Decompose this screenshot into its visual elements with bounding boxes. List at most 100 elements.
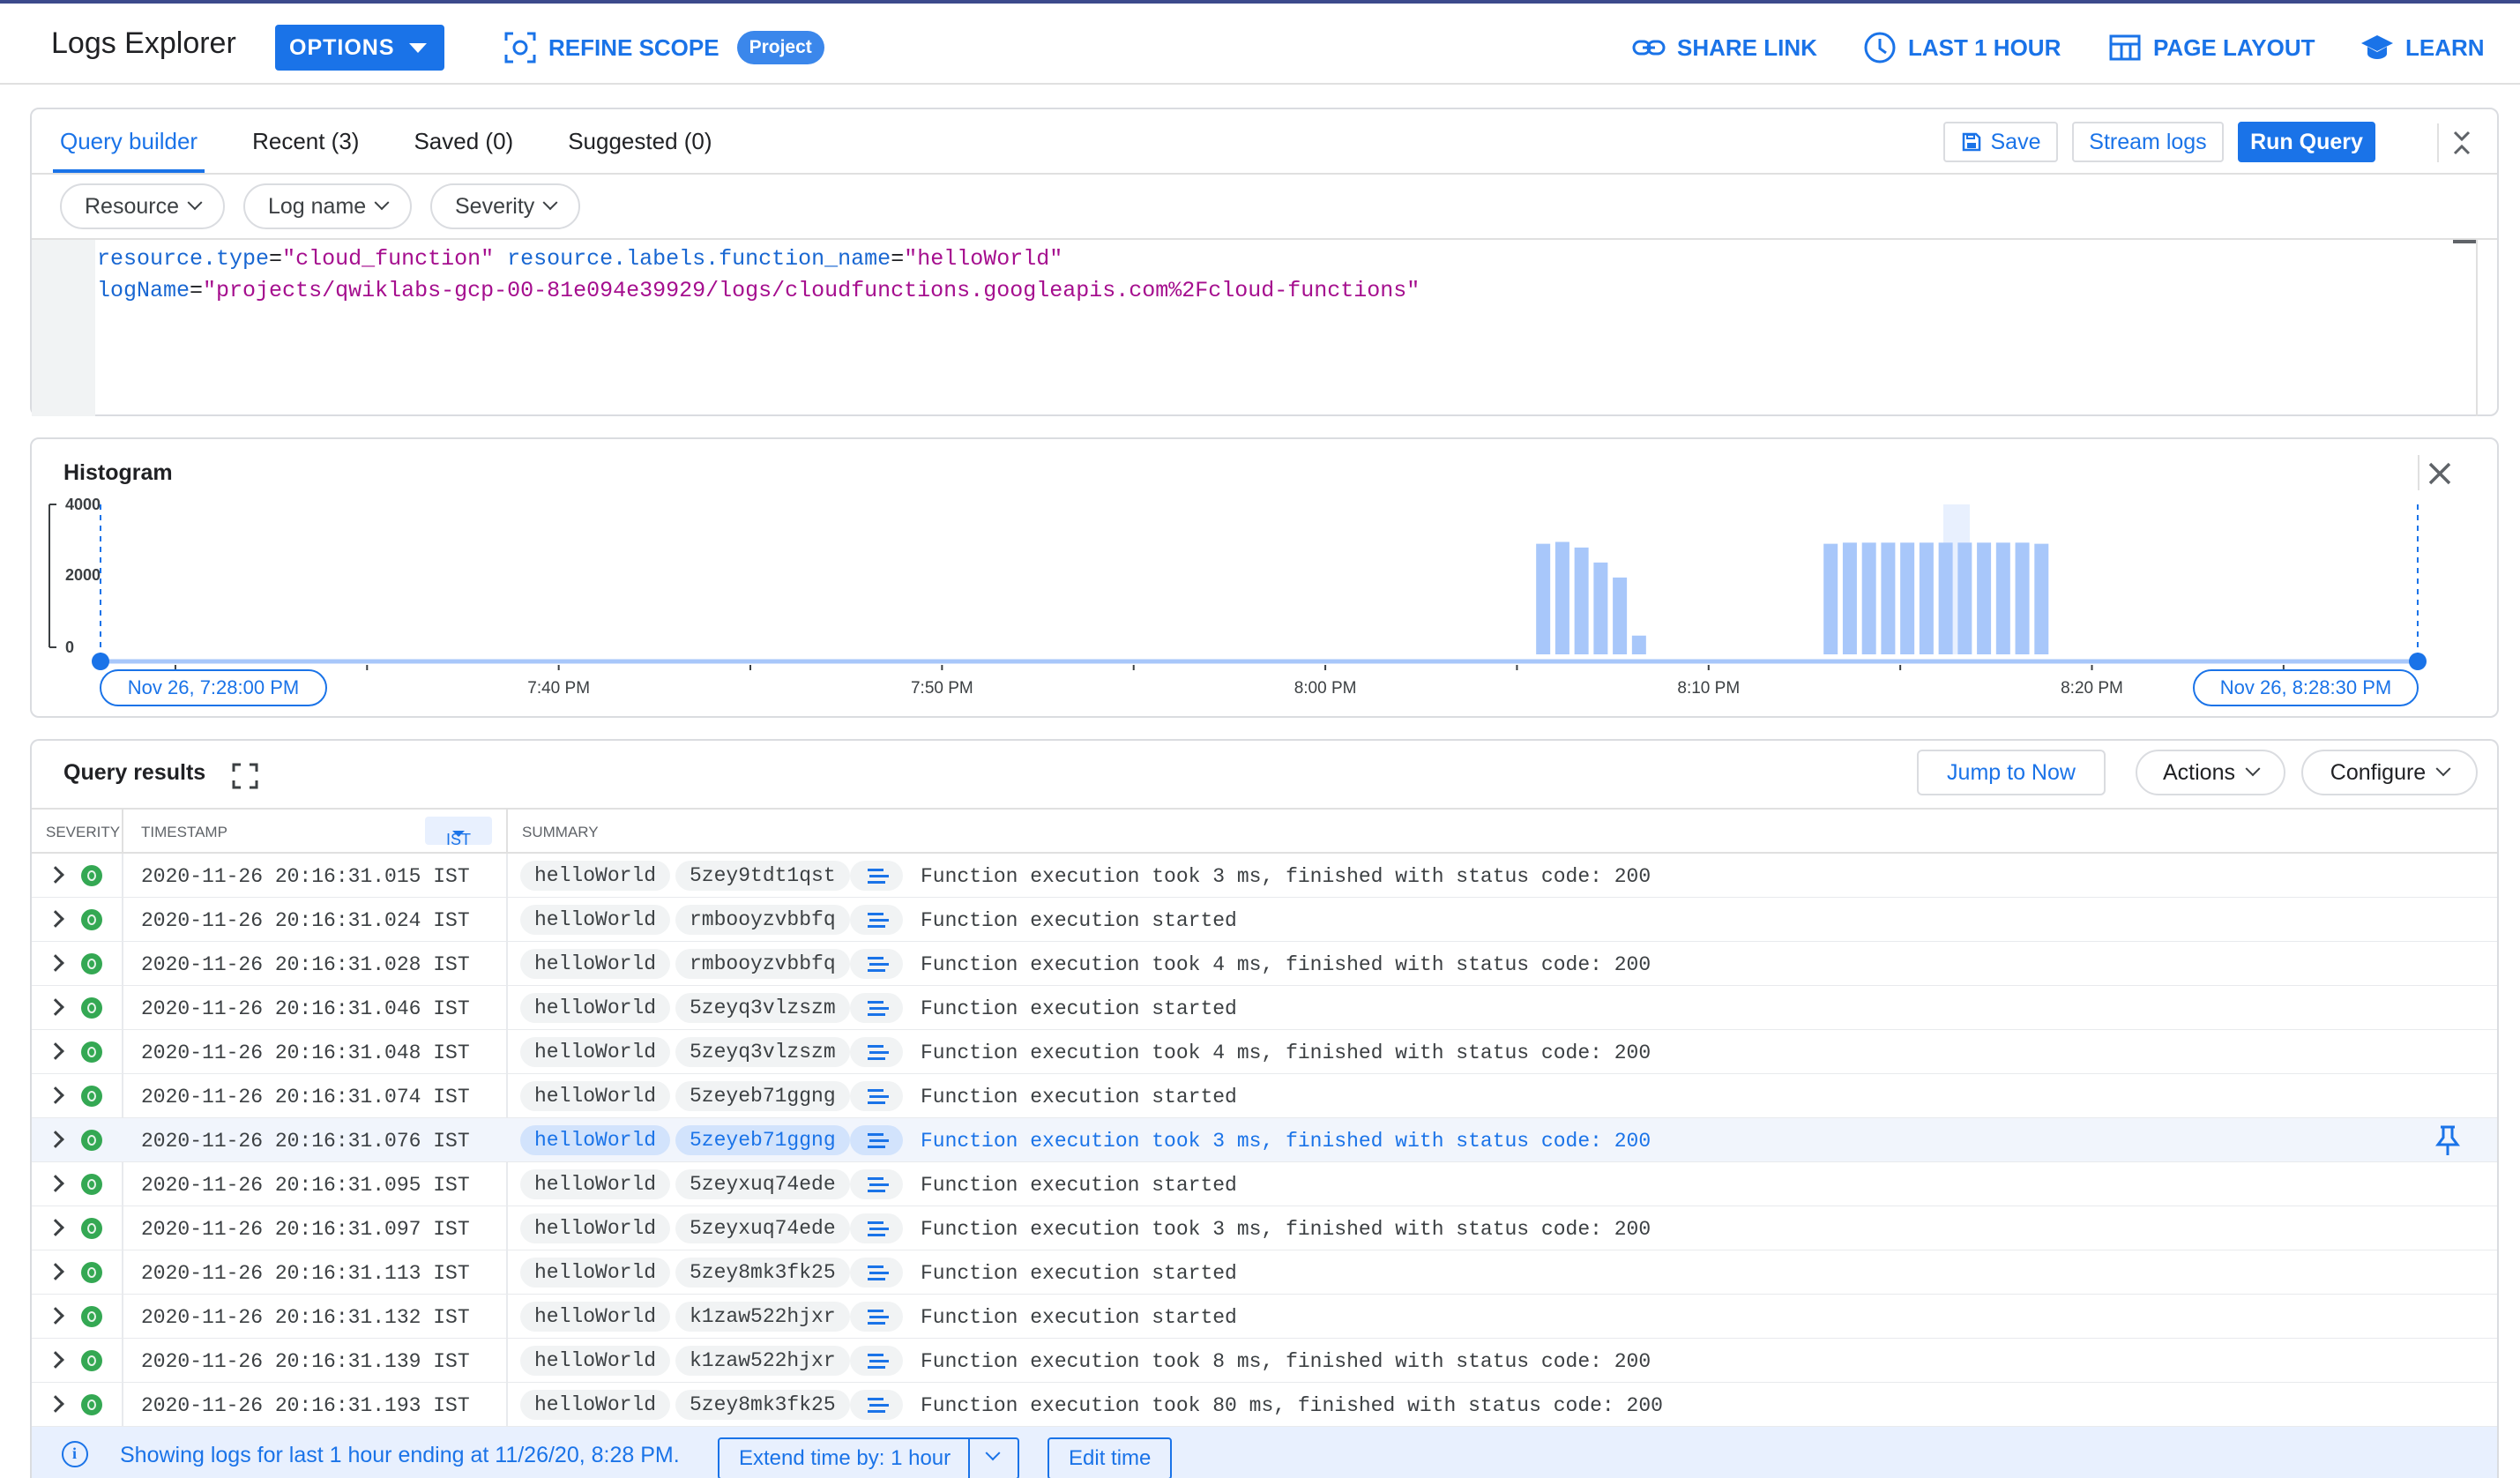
histogram-bar[interactable]: [2015, 542, 2030, 654]
function-name-chip[interactable]: helloWorld: [520, 1169, 671, 1199]
query-line[interactable]: logName="projects/qwiklabs-gcp-00-81e094…: [97, 275, 1420, 307]
execution-id-chip[interactable]: 5zeyxuq74ede: [675, 1213, 850, 1243]
histogram-bar[interactable]: [1919, 542, 1934, 654]
timezone-selector[interactable]: IST: [425, 817, 492, 848]
histogram-bar[interactable]: [1977, 542, 1992, 654]
execution-id-chip[interactable]: 5zeyeb71ggng: [675, 1125, 850, 1155]
save-button[interactable]: Save: [1943, 122, 2058, 162]
histogram-bar[interactable]: [1574, 547, 1589, 654]
execution-id-chip[interactable]: 5zeyeb71ggng: [675, 1081, 850, 1111]
log-row[interactable]: 2020-11-26 20:16:31.074 IST helloWorld 5ze…: [32, 1074, 2497, 1118]
query-editor[interactable]: resource.type="cloud_function" resource.…: [32, 238, 2497, 416]
execution-id-chip[interactable]: 5zey9tdt1qst: [675, 861, 850, 891]
function-name-chip[interactable]: helloWorld: [520, 861, 671, 891]
log-row[interactable]: 2020-11-26 20:16:31.193 IST helloWorld 5ze…: [32, 1383, 2497, 1427]
range-end-handle[interactable]: [2409, 653, 2427, 670]
function-name-chip[interactable]: helloWorld: [520, 1081, 671, 1111]
function-name-chip[interactable]: helloWorld: [520, 1346, 671, 1376]
run-query-button[interactable]: Run Query: [2238, 122, 2375, 162]
chevron-right-icon[interactable]: [47, 1263, 64, 1280]
collapse-button[interactable]: [2437, 123, 2476, 162]
execution-id-chip[interactable]: 5zeyq3vlzszm: [675, 1037, 850, 1067]
chevron-right-icon[interactable]: [47, 1131, 64, 1148]
trace-icon[interactable]: [850, 1390, 903, 1420]
histogram-bar[interactable]: [1593, 562, 1608, 654]
log-row[interactable]: 2020-11-26 20:16:31.028 IST helloWorld rmb…: [32, 942, 2497, 986]
log-row[interactable]: 2020-11-26 20:16:31.024 IST helloWorld rmb…: [32, 898, 2497, 942]
execution-id-chip[interactable]: 5zeyq3vlzszm: [675, 993, 850, 1023]
trace-icon[interactable]: [850, 993, 903, 1023]
timestamp-column-header[interactable]: TIMESTAMP: [141, 824, 227, 841]
log-row[interactable]: 2020-11-26 20:16:31.113 IST helloWorld 5ze…: [32, 1250, 2497, 1295]
trace-icon[interactable]: [850, 1169, 903, 1199]
editor-scrollbar[interactable]: [2476, 240, 2478, 416]
histogram-bar[interactable]: [2034, 543, 2049, 654]
chevron-right-icon[interactable]: [47, 954, 64, 972]
chevron-right-icon[interactable]: [47, 1219, 64, 1236]
chevron-right-icon[interactable]: [47, 910, 64, 928]
trace-icon[interactable]: [850, 905, 903, 935]
function-name-chip[interactable]: helloWorld: [520, 1390, 671, 1420]
trace-icon[interactable]: [850, 1302, 903, 1332]
options-button[interactable]: OPTIONS: [275, 25, 444, 71]
range-start-handle[interactable]: [92, 653, 109, 670]
execution-id-chip[interactable]: rmbooyzvbbfq: [675, 905, 850, 935]
chevron-down-icon[interactable]: [985, 1445, 1001, 1461]
log-row[interactable]: 2020-11-26 20:16:31.046 IST helloWorld 5ze…: [32, 986, 2497, 1030]
function-name-chip[interactable]: helloWorld: [520, 1213, 671, 1243]
log-row[interactable]: 2020-11-26 20:16:31.139 IST helloWorld k1z…: [32, 1339, 2497, 1383]
actions-menu[interactable]: Actions: [2136, 750, 2285, 795]
log-row[interactable]: 2020-11-26 20:16:31.015 IST helloWorld 5ze…: [32, 854, 2497, 898]
histogram-bar[interactable]: [1957, 542, 1972, 654]
histogram-bar[interactable]: [1900, 542, 1915, 654]
trace-icon[interactable]: [850, 1213, 903, 1243]
function-name-chip[interactable]: helloWorld: [520, 1125, 671, 1155]
execution-id-chip[interactable]: k1zaw522hjxr: [675, 1346, 850, 1376]
chevron-right-icon[interactable]: [47, 866, 64, 884]
time-range-button[interactable]: LAST 1 HOUR: [1862, 25, 2061, 71]
extend-time-button[interactable]: Extend time by: 1 hour: [718, 1437, 1019, 1478]
execution-id-chip[interactable]: 5zey8mk3fk25: [675, 1258, 850, 1288]
histogram-bar[interactable]: [1631, 635, 1646, 654]
chevron-right-icon[interactable]: [47, 1086, 64, 1104]
page-layout-button[interactable]: PAGE LAYOUT: [2107, 25, 2315, 71]
tab-recent[interactable]: Recent (3): [252, 109, 359, 173]
function-name-chip[interactable]: helloWorld: [520, 1037, 671, 1067]
tab-saved[interactable]: Saved (0): [414, 109, 513, 173]
stream-logs-button[interactable]: Stream logs: [2072, 122, 2224, 162]
histogram-bar[interactable]: [1881, 542, 1896, 654]
chevron-right-icon[interactable]: [47, 1307, 64, 1325]
severity-filter[interactable]: Severity: [430, 183, 581, 229]
trace-icon[interactable]: [850, 1346, 903, 1376]
function-name-chip[interactable]: helloWorld: [520, 1302, 671, 1332]
execution-id-chip[interactable]: 5zey8mk3fk25: [675, 1390, 850, 1420]
log-row[interactable]: 2020-11-26 20:16:31.048 IST helloWorld 5ze…: [32, 1030, 2497, 1074]
histogram-bar[interactable]: [1536, 543, 1551, 654]
summary-column-header[interactable]: SUMMARY: [522, 824, 599, 841]
learn-button[interactable]: LEARN: [2360, 25, 2485, 71]
execution-id-chip[interactable]: rmbooyzvbbfq: [675, 949, 850, 979]
chevron-right-icon[interactable]: [47, 1395, 64, 1413]
severity-column-header[interactable]: SEVERITY: [46, 824, 120, 841]
trace-icon[interactable]: [850, 861, 903, 891]
histogram-bar[interactable]: [1938, 542, 1953, 654]
trace-icon[interactable]: [850, 1037, 903, 1067]
chevron-right-icon[interactable]: [47, 998, 64, 1016]
log-row[interactable]: 2020-11-26 20:16:31.095 IST helloWorld 5ze…: [32, 1162, 2497, 1206]
tab-query-builder[interactable]: Query builder: [52, 109, 205, 173]
histogram-bar[interactable]: [1823, 543, 1838, 654]
log-row[interactable]: 2020-11-26 20:16:31.097 IST helloWorld 5ze…: [32, 1206, 2497, 1250]
histogram-bar[interactable]: [1861, 542, 1876, 654]
query-line[interactable]: resource.type="cloud_function" resource.…: [97, 243, 1420, 275]
refine-scope-button[interactable]: REFINE SCOPE Project: [503, 25, 824, 71]
jump-to-now-button[interactable]: Jump to Now: [1917, 750, 2106, 795]
log-row[interactable]: 2020-11-26 20:16:31.132 IST helloWorld k1z…: [32, 1295, 2497, 1339]
chevron-right-icon[interactable]: [47, 1175, 64, 1192]
histogram-bar[interactable]: [1554, 541, 1569, 655]
editor-scroll-thumb[interactable]: [2453, 240, 2476, 243]
histogram-chart[interactable]: 4000 2000 0 7:40 PM 7:50 PM 8:00 PM 8:10 PM 8:2…: [32, 439, 2497, 716]
histogram-bar[interactable]: [1613, 577, 1628, 654]
trace-icon[interactable]: [850, 949, 903, 979]
function-name-chip[interactable]: helloWorld: [520, 1258, 671, 1288]
tab-suggested[interactable]: Suggested (0): [568, 109, 712, 173]
